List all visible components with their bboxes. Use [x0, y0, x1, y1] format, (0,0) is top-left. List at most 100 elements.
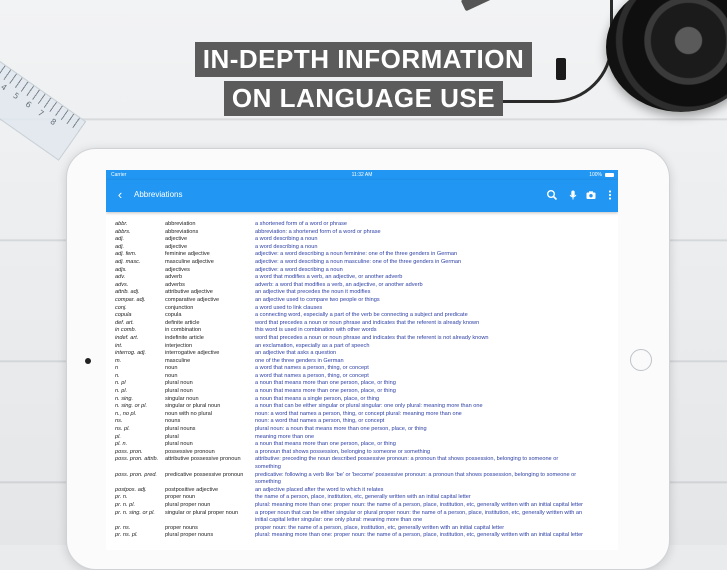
list-item[interactable]: conj. conjunction a word used to link clau…	[115, 305, 618, 313]
app-bar: ‹ Abbreviations	[106, 180, 618, 212]
list-item[interactable]: int. interjection an exclamation, especial…	[115, 343, 618, 351]
abbreviation-abbr: def. art.	[115, 319, 134, 326]
abbreviation-def: a proper noun that can be either singula…	[255, 509, 583, 524]
abbreviation-abbr: in comb.	[115, 327, 137, 334]
list-item[interactable]: in comb. in combination this word is used …	[115, 327, 618, 335]
abbreviation-abbr: adj. fem.	[115, 251, 137, 258]
list-item[interactable]: m. masculine one of the three genders in G…	[115, 358, 618, 366]
abbreviation-abbr: adj. masc.	[115, 258, 141, 265]
abbreviation-def: a word describing a noun	[255, 236, 318, 243]
list-item[interactable]: n. pl plural noun a noun that means more t…	[115, 380, 618, 388]
list-item[interactable]: ns. pl. plural nouns plural noun: a noun t…	[115, 426, 618, 434]
list-item[interactable]: adj. fem. feminine adjective adjective: a …	[115, 251, 618, 259]
abbreviation-full: noun	[165, 365, 178, 372]
abbreviation-def: adjective: a word describing a noun masc…	[255, 258, 462, 265]
abbreviation-full: adjective	[165, 236, 188, 243]
list-item[interactable]: pr. n. sing. or pl. singular or plural pr…	[115, 510, 618, 525]
list-item[interactable]: n noun a word that names a person, thing, …	[115, 365, 618, 373]
abbreviation-full: attributive possessive pronoun	[165, 456, 241, 463]
abbreviation-def: plural noun: a noun that means more than…	[255, 426, 427, 433]
list-item[interactable]: poss. pron. possessive pronoun a pronoun t…	[115, 449, 618, 457]
list-item[interactable]: n. noun a word that names a person, thing,…	[115, 373, 618, 381]
abbreviation-abbr: interrog. adj.	[115, 350, 147, 357]
headline-line-2: ON LANGUAGE USE	[223, 81, 504, 116]
list-item[interactable]: ns. nouns noun: a word that names a person…	[115, 418, 618, 426]
promo-headline: IN-DEPTH INFORMATION ON LANGUAGE USE	[0, 42, 727, 120]
abbreviation-abbr: poss. pron. pred.	[115, 471, 157, 478]
mic-icon[interactable]	[567, 189, 579, 201]
abbreviation-abbr: adjs.	[115, 266, 127, 273]
abbreviation-def: abbreviation: a shortened form of a word…	[255, 228, 381, 235]
list-item[interactable]: adj. adjective a word describing a noun	[115, 244, 618, 252]
list-item[interactable]: pr. n. proper noun the name of a person, p…	[115, 494, 618, 502]
list-item[interactable]: n., no pl. noun with no plural noun: a wor…	[115, 411, 618, 419]
list-item[interactable]: n. pl. plural noun a noun that means more …	[115, 388, 618, 396]
home-button[interactable]	[630, 349, 652, 371]
list-item[interactable]: pl. plural meaning more than one	[115, 434, 618, 442]
abbreviation-abbr: indef. art.	[115, 334, 139, 341]
list-item[interactable]: pr. ns. pl. plural proper nouns plural: me…	[115, 532, 618, 540]
abbreviation-abbr: postpos. adj.	[115, 486, 147, 493]
abbreviation-def: an adjective that precedes the noun it m…	[255, 289, 371, 296]
abbreviation-abbr: n	[115, 365, 119, 372]
list-item[interactable]: adv. adverb a word that modifies a verb, a…	[115, 274, 618, 282]
list-item[interactable]: pr. ns. proper nouns proper noun: the name…	[115, 525, 618, 533]
abbreviation-abbr: abbrs.	[115, 228, 131, 235]
list-item[interactable]: advs. adverbs adverb: a word that modifies…	[115, 282, 618, 290]
camera-icon[interactable]	[585, 189, 597, 201]
list-item[interactable]: poss. pron. pred. predicative possessive …	[115, 472, 618, 487]
abbreviation-full: plural nouns	[165, 426, 196, 433]
abbreviation-abbr: pr. ns. pl.	[115, 532, 138, 539]
abbreviation-full: possessive pronoun	[165, 448, 215, 455]
list-item[interactable]: pr. n. pl. plural proper noun plural: mean…	[115, 502, 618, 510]
abbreviation-def: a noun that means more than one person, …	[255, 388, 396, 395]
app-screen: Carrier 11:32 AM 100% ‹ Abbreviations ab…	[106, 170, 618, 550]
list-item[interactable]: copula copula a connecting word, especiall…	[115, 312, 618, 320]
abbreviation-full: interrogative adjective	[165, 350, 220, 357]
abbreviation-full: nouns	[165, 418, 181, 425]
abbreviation-abbr: n. sing. or pl.	[115, 403, 148, 410]
abbreviation-def: an adjective placed after the word to wh…	[255, 486, 384, 493]
abbreviation-abbr: compar. adj.	[115, 296, 146, 303]
abbreviation-def: a connecting word, especially a part of …	[255, 312, 468, 319]
abbreviation-full: definite article	[165, 319, 200, 326]
abbreviation-def: a word that names a person, thing, or co…	[255, 365, 369, 372]
abbreviation-abbr: n., no pl.	[115, 410, 137, 417]
tablet-camera	[85, 358, 91, 364]
abbreviation-def: word that precedes a noun or noun phrase…	[255, 319, 480, 326]
list-item[interactable]: adj. adjective a word describing a noun	[115, 236, 618, 244]
list-item[interactable]: pl. n. plural noun a noun that means more …	[115, 441, 618, 449]
headline-line-1: IN-DEPTH INFORMATION	[194, 42, 533, 77]
abbreviation-abbr: pr. ns.	[115, 524, 131, 531]
list-item[interactable]: compar. adj. comparative adjective an adje…	[115, 297, 618, 305]
abbreviation-abbr: n.	[115, 372, 120, 379]
abbreviation-def: predicative: following a verb like 'be' …	[255, 471, 577, 486]
abbreviation-def: plural: meaning more than one: proper no…	[255, 532, 584, 539]
abbreviation-full: masculine	[165, 357, 191, 364]
abbreviation-full: plural proper noun	[165, 501, 211, 508]
list-item[interactable]: interrog. adj. interrogative adjective an …	[115, 350, 618, 358]
chevron-left-icon[interactable]: ‹	[114, 188, 126, 201]
list-item[interactable]: attrib. adj. attributive adjective an adje…	[115, 289, 618, 297]
list-item[interactable]: n. sing. singular noun a noun that means a…	[115, 396, 618, 404]
list-item[interactable]: adj. masc. masculine adjective adjective: …	[115, 259, 618, 267]
abbreviation-full: predicative possessive pronoun	[165, 471, 244, 478]
list-item[interactable]: abbr. abbreviation a shortened form of a w…	[115, 221, 618, 229]
list-item[interactable]: postpos. adj. postpositive adjective an ad…	[115, 487, 618, 495]
more-vert-icon[interactable]	[604, 189, 616, 201]
abbreviation-def: a word that names a person, thing, or co…	[255, 372, 369, 379]
abbreviation-full: singular or plural proper noun	[165, 509, 239, 516]
abbreviation-def: a word describing a noun	[255, 243, 318, 250]
search-icon[interactable]	[546, 189, 558, 201]
abbreviation-def: noun: a word that names a person, thing,…	[255, 410, 462, 417]
list-item[interactable]: n. sing. or pl. singular or plural noun a …	[115, 403, 618, 411]
list-item[interactable]: indef. art. indefinite article word that p…	[115, 335, 618, 343]
abbreviation-full: indefinite article	[165, 334, 204, 341]
list-item[interactable]: def. art. definite article word that prece…	[115, 320, 618, 328]
list-item[interactable]: adjs. adjectives adjective: a word describ…	[115, 267, 618, 275]
list-item[interactable]: poss. pron. attrib. attributive possessiv…	[115, 456, 618, 471]
abbreviation-def: meaning more than one	[255, 433, 315, 440]
list-item[interactable]: abbrs. abbreviations abbreviation: a short…	[115, 229, 618, 237]
status-bar: Carrier 11:32 AM 100%	[106, 170, 618, 180]
abbreviation-full: adverbs	[165, 281, 185, 288]
